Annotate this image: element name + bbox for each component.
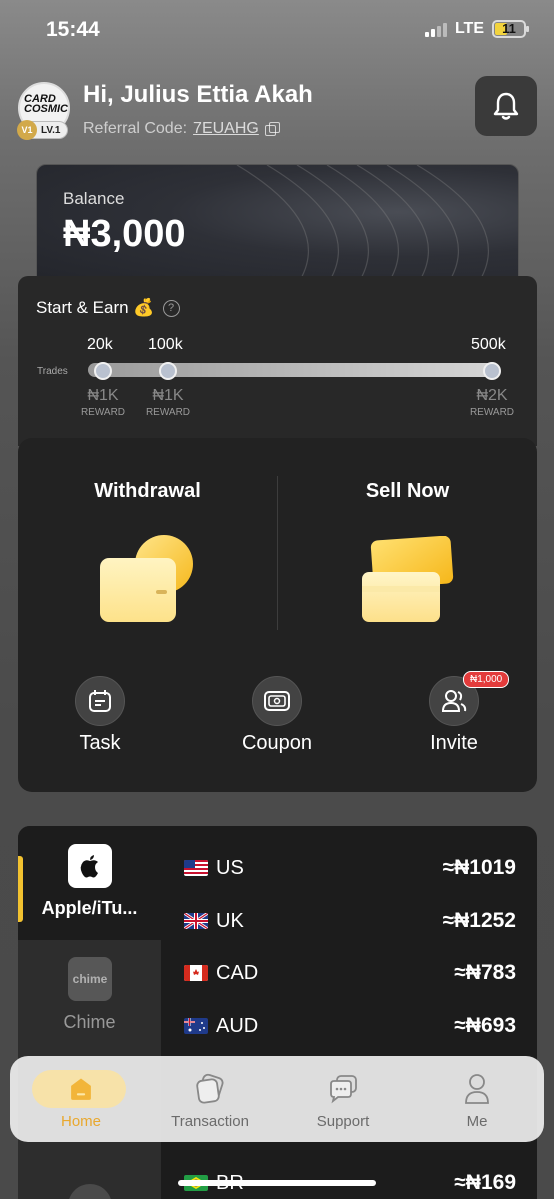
nav-transaction-label: Transaction <box>171 1113 249 1130</box>
greeting-title: Hi, Julius Ettia Akah <box>83 81 313 108</box>
start-earn-title-row: Start & Earn 💰 ? <box>36 298 180 318</box>
status-icons: LTE 11 <box>424 20 529 38</box>
gift-card-rates-panel: Apple/iTu... chime Chime US ≈₦1019 UK ≈₦… <box>18 826 537 1199</box>
rate-country-aud: AUD <box>216 1014 259 1037</box>
help-icon[interactable]: ? <box>162 299 180 317</box>
tier-reward-caption-2: REWARD <box>145 407 191 418</box>
brand-sidebar: Apple/iTu... chime Chime <box>18 826 161 1199</box>
coupon-icon <box>252 676 302 726</box>
rate-value-aud: ≈₦693 <box>454 1014 516 1037</box>
invite-reward-badge: ₦1,000 <box>463 671 510 688</box>
start-earn-panel: Start & Earn 💰 ? 20k 100k 500k Trades ₦1… <box>18 276 537 446</box>
actions-panel: Withdrawal Sell Now Task Coupon Invite ₦… <box>18 438 537 792</box>
battery-level: 11 <box>502 21 516 36</box>
level-label: LV.1 <box>41 125 61 136</box>
home-indicator[interactable] <box>178 1180 376 1186</box>
task-button[interactable]: Task <box>30 676 170 755</box>
status-time: 15:44 <box>46 18 100 41</box>
rate-country-cad: CAD <box>216 961 259 984</box>
referral-row: Referral Code: 7EUAHG <box>83 120 280 138</box>
tier-target-2: 100k <box>148 336 183 353</box>
coupon-button[interactable]: Coupon <box>207 676 347 755</box>
progress-knob-2 <box>159 362 177 380</box>
progress-knob-1 <box>94 362 112 380</box>
brand-name-chime: Chime <box>63 1012 116 1032</box>
withdrawal-button[interactable]: Withdrawal <box>18 438 277 638</box>
battery-icon: 11 <box>492 20 529 38</box>
australia-flag-icon <box>184 1018 208 1034</box>
us-flag-icon <box>184 860 208 876</box>
referral-label: Referral Code: <box>83 120 188 137</box>
tier-reward-caption-3: REWARD <box>469 407 515 418</box>
withdrawal-label: Withdrawal <box>94 480 201 502</box>
rate-value-cad: ≈₦783 <box>454 961 516 984</box>
rate-value-br: ≈₦169 <box>454 1171 516 1194</box>
sell-now-label: Sell Now <box>365 480 450 502</box>
balance-label: Balance <box>63 189 125 208</box>
start-earn-title: Start & Earn 💰 <box>36 298 155 317</box>
rate-value-uk: ≈₦1252 <box>442 909 516 932</box>
tier-reward-3: ₦2K <box>476 387 508 404</box>
rate-row-uk[interactable]: UK ≈₦1252 <box>184 906 516 936</box>
uk-flag-icon <box>184 913 208 929</box>
profile-icon <box>465 1074 489 1104</box>
brand-item-chime[interactable]: chime Chime <box>18 826 161 1032</box>
tier-target-1: 20k <box>87 336 113 353</box>
tier-reward-caption-1: REWARD <box>80 407 126 418</box>
nav-support-label: Support <box>316 1113 370 1130</box>
vip-badge: V1 <box>17 120 37 140</box>
nav-support[interactable]: Support <box>283 1064 403 1134</box>
rate-row-aud[interactable]: AUD ≈₦693 <box>184 1011 516 1041</box>
nav-me-label: Me <box>466 1113 488 1130</box>
balance-amount: ₦3,000 <box>63 213 186 255</box>
invite-button[interactable]: Invite <box>384 676 524 755</box>
rate-value-us: ≈₦1019 <box>442 856 516 879</box>
bell-icon <box>493 92 519 120</box>
task-icon <box>75 676 125 726</box>
cards-icon <box>362 536 454 622</box>
rate-country-us: US <box>216 856 244 879</box>
trade-progress-bar <box>88 363 500 377</box>
status-bar: 15:44 LTE 11 <box>0 0 554 62</box>
tier-reward-1: ₦1K <box>87 387 119 404</box>
notification-button[interactable] <box>475 76 537 136</box>
nav-me[interactable]: Me <box>417 1064 537 1134</box>
copy-icon[interactable] <box>264 122 280 136</box>
sell-now-button[interactable]: Sell Now <box>278 438 537 638</box>
signal-icon <box>424 21 447 37</box>
brand-item-placeholder-icon <box>68 1184 112 1199</box>
tier-reward-2: ₦1K <box>152 387 184 404</box>
invite-label: Invite <box>430 732 478 754</box>
support-chat-icon <box>330 1075 357 1104</box>
referral-code[interactable]: 7EUAHG <box>193 120 259 138</box>
progress-knob-3 <box>483 362 501 380</box>
home-icon <box>71 1078 91 1100</box>
nav-home[interactable]: Home <box>21 1064 141 1134</box>
wallet-icon <box>100 535 193 622</box>
network-label: LTE <box>454 20 484 37</box>
coupon-label: Coupon <box>241 732 313 754</box>
task-label: Task <box>79 732 121 754</box>
canada-flag-icon <box>184 965 208 981</box>
trades-label: Trades <box>37 366 68 377</box>
nav-transaction[interactable]: Transaction <box>150 1064 270 1134</box>
rate-country-uk: UK <box>216 909 244 932</box>
avatar-logo-text: CARD COSMIC <box>24 93 68 115</box>
level-badge: V1 LV.1 <box>17 120 68 140</box>
bottom-nav: Home Transaction Support Me <box>10 1056 544 1142</box>
chime-logo-icon: chime <box>68 957 112 1001</box>
rate-row-us[interactable]: US ≈₦1019 <box>184 853 516 883</box>
nav-home-label: Home <box>60 1113 101 1130</box>
rate-row-cad[interactable]: CAD ≈₦783 <box>184 958 516 988</box>
balance-card[interactable]: Balance ₦3,000 <box>36 164 519 284</box>
tier-target-3: 500k <box>471 336 506 353</box>
transaction-icon <box>196 1073 224 1104</box>
